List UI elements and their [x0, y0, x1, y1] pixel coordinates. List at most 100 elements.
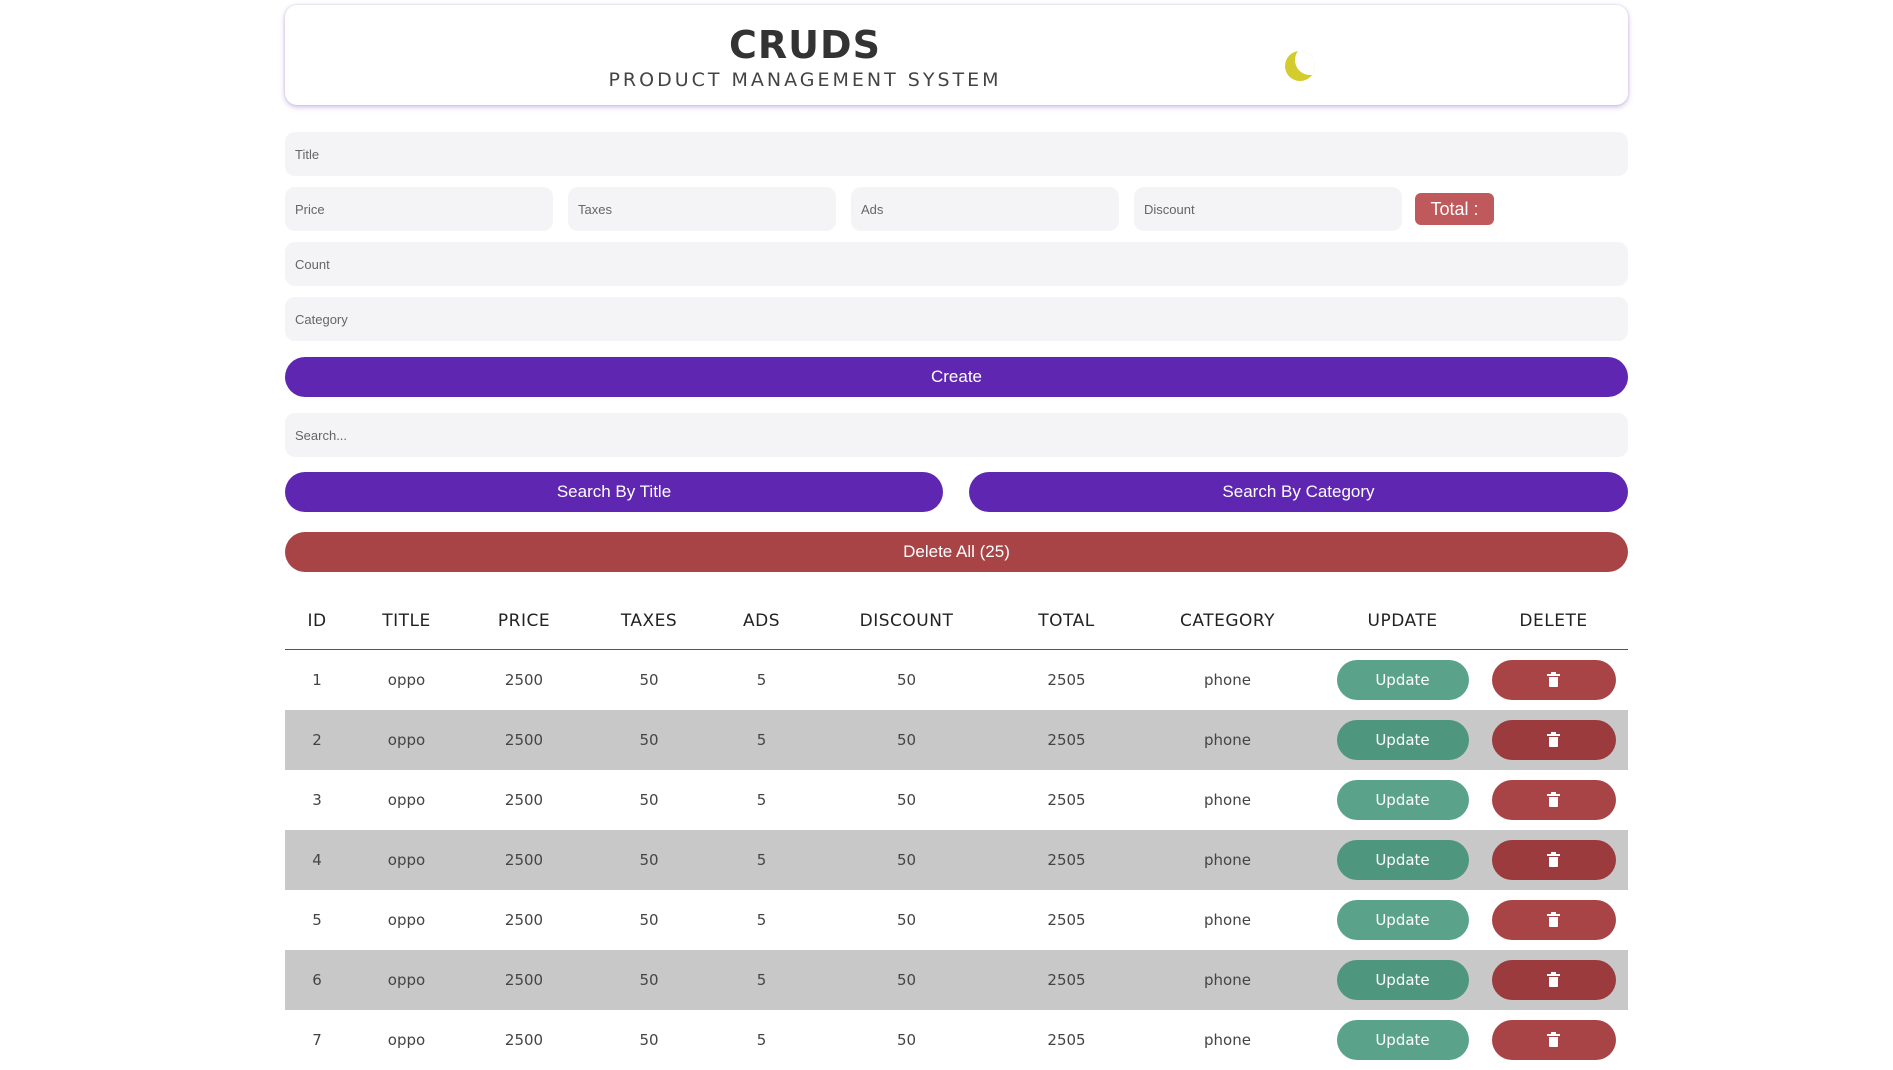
cell-price: 2500	[464, 1010, 584, 1070]
cell-ads: 5	[714, 950, 809, 1010]
cell-category: phone	[1129, 650, 1326, 711]
table-row: 1oppo2500505502505phoneUpdate	[285, 650, 1628, 711]
delete-button[interactable]	[1492, 960, 1616, 1000]
cell-category: phone	[1129, 890, 1326, 950]
trash-icon	[1548, 914, 1559, 927]
brand: CRUDS PRODUCT MANAGEMENT SYSTEM	[595, 23, 1015, 91]
cell-taxes: 50	[584, 950, 714, 1010]
trash-icon	[1548, 854, 1559, 867]
table-row: 2oppo2500505502505phoneUpdate	[285, 710, 1628, 770]
header-update: UPDATE	[1326, 592, 1479, 650]
cell-taxes: 50	[584, 890, 714, 950]
cell-update: Update	[1326, 1010, 1479, 1070]
title-input[interactable]	[285, 132, 1628, 176]
search-by-title-button[interactable]: Search By Title	[285, 472, 943, 512]
cell-category: phone	[1129, 1010, 1326, 1070]
cell-taxes: 50	[584, 1010, 714, 1070]
page-title: CRUDS	[595, 23, 1015, 67]
header-id: ID	[285, 592, 349, 650]
cell-ads: 5	[714, 890, 809, 950]
cell-title: oppo	[349, 830, 464, 890]
cell-category: phone	[1129, 830, 1326, 890]
cell-title: oppo	[349, 890, 464, 950]
delete-button[interactable]	[1492, 660, 1616, 700]
search-by-category-button[interactable]: Search By Category	[969, 472, 1628, 512]
cell-discount: 50	[809, 710, 1004, 770]
header-delete: DELETE	[1479, 592, 1628, 650]
update-button[interactable]: Update	[1337, 840, 1469, 880]
cell-price: 2500	[464, 890, 584, 950]
cell-id: 2	[285, 710, 349, 770]
cell-taxes: 50	[584, 770, 714, 830]
cell-total: 2505	[1004, 710, 1129, 770]
cell-total: 2505	[1004, 1010, 1129, 1070]
create-button[interactable]: Create	[285, 357, 1628, 397]
price-input[interactable]	[285, 187, 553, 231]
update-button[interactable]: Update	[1337, 720, 1469, 760]
category-input[interactable]	[285, 297, 1628, 341]
cell-id: 5	[285, 890, 349, 950]
cell-taxes: 50	[584, 710, 714, 770]
delete-button[interactable]	[1492, 780, 1616, 820]
cell-title: oppo	[349, 1010, 464, 1070]
delete-all-button[interactable]: Delete All (25)	[285, 532, 1628, 572]
cell-delete	[1479, 950, 1628, 1010]
table-row: 4oppo2500505502505phoneUpdate	[285, 830, 1628, 890]
delete-button[interactable]	[1492, 900, 1616, 940]
cell-id: 6	[285, 950, 349, 1010]
table-row: 5oppo2500505502505phoneUpdate	[285, 890, 1628, 950]
cell-title: oppo	[349, 770, 464, 830]
cell-total: 2505	[1004, 830, 1129, 890]
cell-ads: 5	[714, 650, 809, 711]
cell-discount: 50	[809, 650, 1004, 711]
ads-input[interactable]	[851, 187, 1119, 231]
update-button[interactable]: Update	[1337, 780, 1469, 820]
cell-update: Update	[1326, 830, 1479, 890]
cell-ads: 5	[714, 830, 809, 890]
trash-icon	[1548, 734, 1559, 747]
cell-category: phone	[1129, 770, 1326, 830]
update-button[interactable]: Update	[1337, 900, 1469, 940]
update-button[interactable]: Update	[1337, 960, 1469, 1000]
cell-delete	[1479, 710, 1628, 770]
cell-update: Update	[1326, 770, 1479, 830]
taxes-input[interactable]	[568, 187, 836, 231]
cell-discount: 50	[809, 830, 1004, 890]
update-button[interactable]: Update	[1337, 1020, 1469, 1060]
table-row: 6oppo2500505502505phoneUpdate	[285, 950, 1628, 1010]
delete-button[interactable]	[1492, 1020, 1616, 1060]
total-badge: Total :	[1415, 193, 1494, 225]
cell-taxes: 50	[584, 650, 714, 711]
trash-icon	[1548, 974, 1559, 987]
cell-discount: 50	[809, 950, 1004, 1010]
table-body: 1oppo2500505502505phoneUpdate2oppo250050…	[285, 650, 1628, 1070]
cell-discount: 50	[809, 890, 1004, 950]
cell-id: 7	[285, 1010, 349, 1070]
cell-price: 2500	[464, 830, 584, 890]
cell-delete	[1479, 890, 1628, 950]
count-input[interactable]	[285, 242, 1628, 286]
trash-icon	[1548, 1034, 1559, 1047]
cell-price: 2500	[464, 650, 584, 711]
cell-title: oppo	[349, 650, 464, 711]
cell-taxes: 50	[584, 830, 714, 890]
discount-input[interactable]	[1134, 187, 1402, 231]
table-header-row: ID TITLE PRICE TAXES ADS DISCOUNT TOTAL …	[285, 592, 1628, 650]
update-button[interactable]: Update	[1337, 660, 1469, 700]
delete-button[interactable]	[1492, 720, 1616, 760]
table-row: 7oppo2500505502505phoneUpdate	[285, 1010, 1628, 1070]
moon-icon[interactable]	[1285, 51, 1315, 81]
cell-category: phone	[1129, 950, 1326, 1010]
cell-update: Update	[1326, 890, 1479, 950]
products-table: ID TITLE PRICE TAXES ADS DISCOUNT TOTAL …	[285, 592, 1628, 1070]
delete-button[interactable]	[1492, 840, 1616, 880]
trash-icon	[1548, 674, 1559, 687]
cell-update: Update	[1326, 650, 1479, 711]
cell-ads: 5	[714, 1010, 809, 1070]
cell-discount: 50	[809, 1010, 1004, 1070]
cell-total: 2505	[1004, 650, 1129, 711]
search-input[interactable]	[285, 413, 1628, 457]
header-card: CRUDS PRODUCT MANAGEMENT SYSTEM	[285, 5, 1628, 105]
cell-delete	[1479, 650, 1628, 711]
cell-id: 4	[285, 830, 349, 890]
